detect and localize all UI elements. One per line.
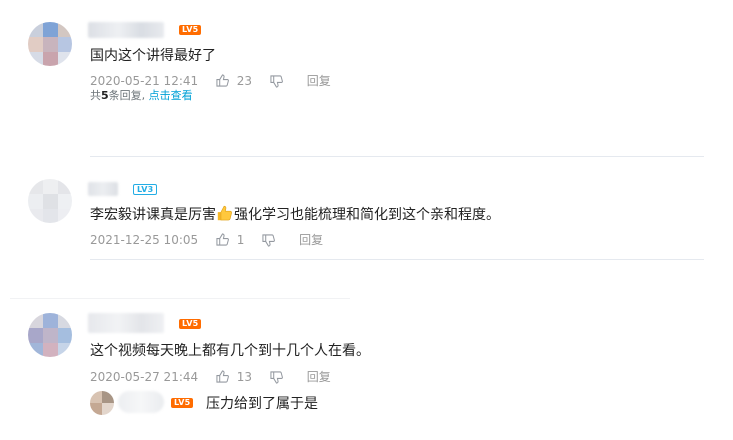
view-replies-link[interactable]: 点击查看 [149,89,193,102]
comment-text-after: 强化学习也能梳理和简化到这个亲和程度。 [234,207,500,223]
avatar-mosaic-icon [28,313,72,357]
level-badge: LV5 [179,319,202,329]
like-button[interactable]: 23 [216,72,252,89]
thumbs-up-icon [216,233,229,246]
avatar-mosaic-icon [28,179,72,223]
section-divider [10,298,350,299]
username-blurred[interactable] [88,22,164,38]
comment-time: 2020-05-21 12:41 [90,73,199,88]
thumbs-up-icon [216,370,229,383]
reply-button[interactable]: 回复 [307,369,331,385]
avatar[interactable] [28,22,72,66]
comment-meta: 2020-05-21 12:41 23 回复 [90,72,331,89]
comment-text: 国内这个讲得最好了 [90,48,216,64]
comment-divider [90,156,704,157]
username-blurred[interactable] [88,313,164,333]
reply-button[interactable]: 回复 [307,73,331,89]
comment-time: 2020-05-27 21:44 [90,369,199,384]
username-blurred[interactable] [88,182,118,196]
avatar[interactable] [28,313,72,357]
dislike-button[interactable] [262,232,276,248]
dislike-button[interactable] [270,369,283,385]
reply-summary-prefix: 共 [90,89,101,102]
comment-text-before: 李宏毅讲课真是厉害 [90,207,216,223]
thumbs-up-emoji-icon [217,205,232,221]
avatar-mosaic-icon [28,22,72,66]
sub-reply-level-badge: LV5 [171,398,194,408]
reply-button[interactable]: 回复 [299,232,323,248]
like-button[interactable]: 1 [216,231,244,248]
like-button[interactable]: 13 [216,368,252,385]
sub-reply-text: 压力给到了属于是 [206,396,318,412]
reply-summary-suffix: 条回复, [108,89,146,102]
reply-count: 5 [101,89,109,102]
dislike-button[interactable] [270,73,283,89]
comment-divider [90,259,704,260]
comment-meta: 2020-05-27 21:44 13 回复 [90,368,331,385]
level-badge: LV3 [133,184,158,195]
avatar[interactable] [28,179,72,223]
level-badge: LV5 [179,25,202,35]
thumbs-down-icon [270,370,283,384]
sub-reply-username-blurred[interactable] [118,391,164,413]
sub-reply-avatar[interactable] [90,391,114,415]
comment-time: 2021-12-25 10:05 [90,232,199,247]
like-count: 23 [236,73,253,88]
comment-text: 李宏毅讲课真是厉害 强化学习也能梳理和简化到这个亲和程度。 [90,204,500,225]
comment-meta: 2021-12-25 10:05 1 回复 [90,231,323,248]
thumbs-down-icon [270,74,283,88]
like-count: 1 [236,232,245,247]
avatar-mosaic-icon [90,391,114,415]
thumbs-up-icon [216,74,229,87]
comment-text: 这个视频每天晚上都有几个到十几个人在看。 [90,343,370,359]
like-count: 13 [236,369,253,384]
reply-summary: 共5条回复, 点击查看 [90,89,193,103]
thumbs-down-icon [262,233,276,247]
